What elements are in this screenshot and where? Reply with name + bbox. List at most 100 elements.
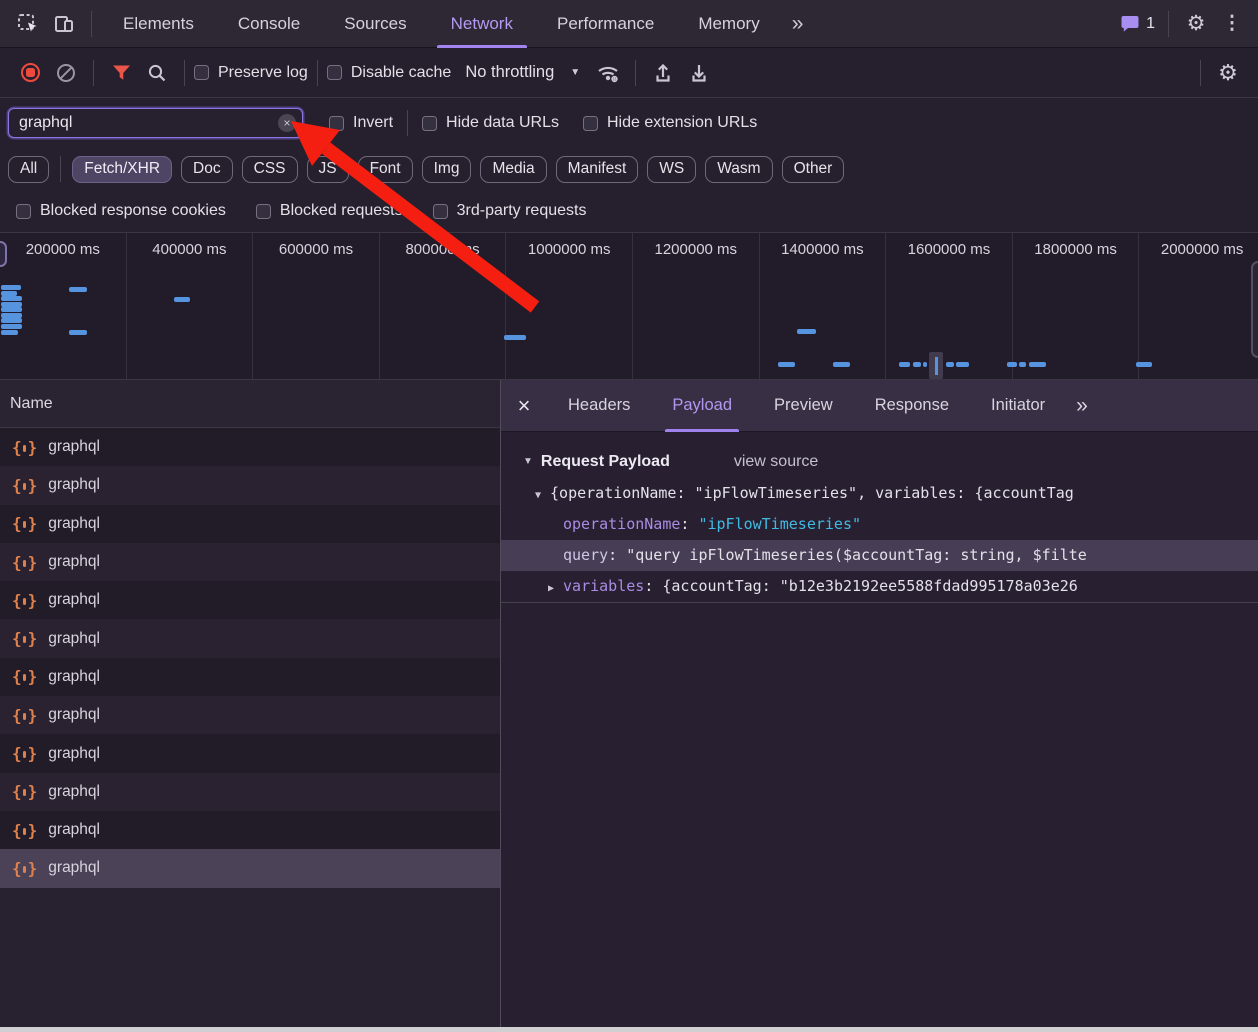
gear-icon: ⚙ <box>1186 12 1206 35</box>
import-har-button[interactable] <box>645 56 681 90</box>
device-toolbar-icon <box>55 15 73 32</box>
main-tab[interactable]: Performance <box>535 0 676 48</box>
main-tab[interactable]: Network <box>429 0 535 48</box>
details-tab[interactable]: Response <box>854 380 970 432</box>
table-row[interactable]: {} graphql <box>0 619 500 658</box>
main-tab[interactable]: Sources <box>322 0 428 48</box>
search-button[interactable] <box>139 56 175 90</box>
table-row[interactable]: {} graphql <box>0 772 500 811</box>
topbar-right-cluster: 1 ⚙ ⋮ <box>1121 7 1250 41</box>
record-button[interactable] <box>12 56 48 90</box>
filter-checkbox[interactable]: Blocked response cookies <box>16 202 226 220</box>
preserve-log-checkbox[interactable]: Preserve log <box>194 64 308 82</box>
main-tabs: Elements Console Sources Network Perform… <box>101 0 782 48</box>
filter-text: graphql <box>19 114 73 131</box>
throttling-select[interactable]: No throttling ▼ <box>465 63 580 82</box>
funnel-icon <box>112 65 130 80</box>
filter-input[interactable]: graphql × <box>8 108 303 138</box>
type-chip[interactable]: Wasm <box>705 155 773 183</box>
overview-right-handle[interactable] <box>1251 261 1258 358</box>
main-tab[interactable]: Memory <box>676 0 781 48</box>
more-details-tabs-button[interactable]: » <box>1066 394 1096 418</box>
type-chip-all[interactable]: All <box>8 155 50 183</box>
operation-name-line[interactable]: operationName: "ipFlowTimeseries" <box>501 509 1258 540</box>
more-filters-row: Blocked response cookies Blocked request… <box>0 190 1258 232</box>
type-chip[interactable]: Manifest <box>555 155 639 183</box>
fetch-xhr-icon: {} <box>12 437 38 457</box>
clear-button[interactable] <box>48 56 84 90</box>
fetch-xhr-icon: {} <box>12 514 38 534</box>
main-tab[interactable]: Elements <box>101 0 216 48</box>
filter-toggle-button[interactable] <box>103 56 139 90</box>
table-row[interactable]: {} graphql <box>0 542 500 582</box>
close-icon: × <box>283 116 291 130</box>
name-column-header[interactable]: Name <box>0 380 500 428</box>
details-tab[interactable]: Headers <box>547 380 651 432</box>
filter-checkbox[interactable]: Blocked requests <box>255 202 403 220</box>
waterfall-bar <box>69 330 87 335</box>
settings-button[interactable]: ⚙ <box>1178 7 1214 41</box>
view-source-link[interactable]: view source <box>734 453 818 471</box>
type-chip[interactable]: WS <box>647 155 697 183</box>
table-row[interactable]: {} graphql <box>0 581 500 620</box>
kebab-icon: ⋮ <box>1222 13 1242 34</box>
type-chip[interactable]: Media <box>480 155 547 183</box>
type-chip[interactable]: Other <box>781 155 845 183</box>
variables-line[interactable]: ▶ variables: {accountTag: "b12e3b2192ee55… <box>501 571 1258 602</box>
invert-label: Invert <box>353 114 394 131</box>
type-chip[interactable]: Img <box>421 155 472 183</box>
payload-root-line[interactable]: ▼ {operationName: "ipFlowTimeseries", var… <box>501 478 1258 509</box>
export-har-button[interactable] <box>681 56 717 90</box>
hide-data-urls-checkbox[interactable]: Hide data URLs <box>422 114 559 132</box>
main-tab[interactable]: Console <box>216 0 322 48</box>
details-tab[interactable]: Initiator <box>970 380 1066 432</box>
table-row[interactable]: {} graphql <box>0 696 500 735</box>
table-row[interactable]: {} graphql <box>0 466 500 505</box>
window-bottom-edge <box>0 1027 1258 1032</box>
disable-cache-checkbox[interactable]: Disable cache <box>326 64 451 82</box>
menu-button[interactable]: ⋮ <box>1214 7 1250 41</box>
filter-checkbox[interactable]: 3rd-party requests <box>432 202 586 220</box>
close-details-button[interactable]: × <box>501 392 547 420</box>
invert-checkbox[interactable]: Invert <box>329 114 393 132</box>
request-name: graphql <box>48 553 100 571</box>
network-overview[interactable]: 200000 ms 400000 ms 600000 ms 800000 ms … <box>0 232 1258 380</box>
table-row[interactable]: {} graphql <box>0 504 500 543</box>
filter-bar: graphql × Invert Hide data URLs Hide ext… <box>0 98 1258 148</box>
clear-filter-button[interactable]: × <box>278 114 296 132</box>
details-tab[interactable]: Preview <box>753 380 854 432</box>
network-toolbar: Preserve log Disable cache No throttling… <box>0 48 1258 98</box>
table-row[interactable]: {} graphql <box>0 657 500 697</box>
divider <box>1200 59 1201 86</box>
network-conditions-button[interactable] <box>590 56 626 90</box>
request-name: graphql <box>48 629 100 647</box>
waterfall-bar <box>946 362 954 367</box>
table-row[interactable]: {} graphql <box>0 810 500 850</box>
inspect-element-button[interactable] <box>10 7 46 41</box>
request-name: graphql <box>48 476 100 494</box>
overview-column: 1200000 ms <box>633 233 760 379</box>
table-row[interactable]: {} graphql <box>0 849 500 888</box>
overview-column: 800000 ms <box>380 233 507 379</box>
device-toolbar-button[interactable] <box>46 7 82 41</box>
tick-label: 1800000 ms <box>1034 241 1117 258</box>
overview-column: 2000000 ms <box>1139 233 1258 379</box>
type-chip[interactable]: Fetch/XHR <box>72 155 173 183</box>
type-chip[interactable]: Font <box>357 155 413 183</box>
network-settings-button[interactable]: ⚙ <box>1210 56 1246 90</box>
type-chip[interactable]: CSS <box>241 155 298 183</box>
more-tabs-button[interactable]: » <box>782 7 812 41</box>
overview-left-handle[interactable] <box>0 241 7 267</box>
request-payload-section[interactable]: ▼ Request Payload view source <box>501 445 1258 478</box>
query-line[interactable]: query: "query ipFlowTimeseries($accountT… <box>501 540 1258 571</box>
table-row[interactable]: {} graphql <box>0 428 500 467</box>
divider <box>635 59 637 86</box>
issues-button[interactable] <box>1121 7 1140 41</box>
details-tab[interactable]: Payload <box>651 380 753 432</box>
hide-extension-urls-checkbox[interactable]: Hide extension URLs <box>582 114 757 132</box>
type-chip[interactable]: JS <box>306 155 349 183</box>
table-row[interactable]: {} graphql <box>0 734 500 773</box>
divider <box>91 10 92 37</box>
json-key: operationName <box>563 515 681 533</box>
type-chip[interactable]: Doc <box>181 155 233 183</box>
